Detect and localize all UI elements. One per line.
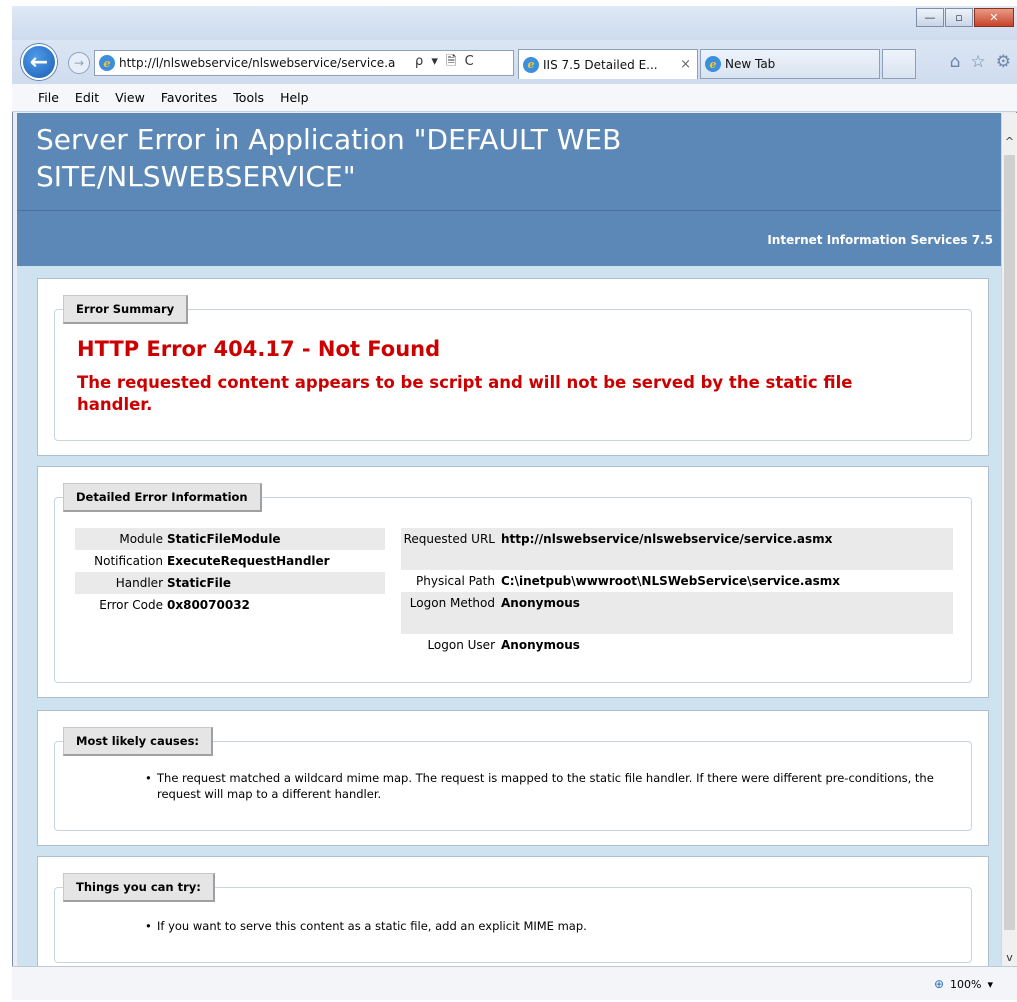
causes-fieldset: Most likely causes: The request matched … <box>54 727 972 831</box>
try-legend: Things you can try: <box>63 873 215 902</box>
detail-key: Handler <box>115 576 163 590</box>
tab-ie-icon: e <box>523 56 539 73</box>
title-bar: — ▫ ✕ <box>12 6 1017 40</box>
detail-row: Handler StaticFile <box>75 572 385 594</box>
tab-ie-icon: e <box>705 56 721 72</box>
menu-bar: File Edit View Favorites Tools Help <box>12 84 1017 112</box>
detail-row: Physical Path C:\inetpub\wwwroot\NLSWebS… <box>401 570 953 592</box>
gear-icon[interactable]: ⚙ <box>996 52 1011 72</box>
scroll-up-icon[interactable]: ^ <box>1002 133 1017 150</box>
zoom-icon: ⊕ <box>933 977 945 991</box>
tab-label: IIS 7.5 Detailed E... <box>543 57 658 72</box>
home-icon[interactable]: ⌂ <box>950 52 961 72</box>
detailed-error-panel: Detailed Error Information Module Static… <box>37 466 989 698</box>
detail-key: Module <box>119 532 163 546</box>
maximize-button[interactable]: ▫ <box>945 8 973 27</box>
try-fieldset: Things you can try: If you want to serve… <box>54 873 972 963</box>
forward-button[interactable]: → <box>68 52 90 74</box>
try-item: If you want to serve this content as a s… <box>145 918 941 934</box>
menu-tools[interactable]: Tools <box>233 90 264 105</box>
zoom-level: 100% <box>950 977 982 991</box>
cause-item: The request matched a wildcard mime map.… <box>145 770 941 802</box>
back-button[interactable]: ← <box>21 44 57 80</box>
server-name: Internet Information Services 7.5 <box>767 233 993 247</box>
detail-row: Requested URL http://nlswebservice/nlswe… <box>401 528 953 570</box>
scrollbar-thumb[interactable] <box>1004 155 1015 930</box>
minimize-button[interactable]: — <box>916 8 944 27</box>
detail-row: Notification ExecuteRequestHandler <box>75 550 385 572</box>
detail-value: Anonymous <box>501 596 580 610</box>
detail-row: Logon Method Anonymous <box>401 592 953 634</box>
header-divider <box>17 210 1001 211</box>
tab-close-icon[interactable]: × <box>680 57 691 72</box>
detail-value: Anonymous <box>501 638 580 652</box>
error-summary-fieldset: Error Summary HTTP Error 404.17 - Not Fo… <box>54 295 972 441</box>
favorites-icon[interactable]: ☆ <box>971 52 986 72</box>
detail-left-table: Module StaticFileModule Notification Exe… <box>75 528 385 616</box>
menu-favorites[interactable]: Favorites <box>161 90 217 105</box>
error-title: HTTP Error 404.17 - Not Found <box>77 337 441 361</box>
page-header: Server Error in Application "DEFAULT WEB… <box>17 113 1001 266</box>
detail-key: Logon User <box>427 638 495 652</box>
zoom-dropdown-icon[interactable]: ▾ <box>987 978 993 991</box>
vertical-scrollbar[interactable]: ^ v <box>1001 113 1017 966</box>
close-button[interactable]: ✕ <box>974 8 1014 27</box>
detail-row: Module StaticFileModule <box>75 528 385 550</box>
menu-edit[interactable]: Edit <box>75 90 99 105</box>
detail-right-table: Requested URL http://nlswebservice/nlswe… <box>401 528 953 656</box>
detail-key: Error Code <box>99 598 163 612</box>
detailed-error-fieldset: Detailed Error Information Module Static… <box>54 483 972 683</box>
zoom-control[interactable]: ⊕ 100% ▾ <box>934 977 993 991</box>
detail-value: StaticFileModule <box>167 532 281 546</box>
page-title: Server Error in Application "DEFAULT WEB… <box>36 123 622 193</box>
detail-value: ExecuteRequestHandler <box>167 554 330 568</box>
detail-key: Logon Method <box>409 596 495 610</box>
search-refresh-icons[interactable]: ρ ▾ 🗎 C <box>415 52 476 74</box>
tab-iis-error[interactable]: e IIS 7.5 Detailed E... × <box>518 49 698 79</box>
new-tab-area[interactable] <box>882 49 916 79</box>
detail-value: 0x80070032 <box>167 598 250 612</box>
causes-panel: Most likely causes: The request matched … <box>37 710 989 846</box>
menu-view[interactable]: View <box>115 90 145 105</box>
menu-help[interactable]: Help <box>280 90 309 105</box>
detail-row: Error Code 0x80070032 <box>75 594 385 616</box>
detailed-error-legend: Detailed Error Information <box>63 483 262 512</box>
detail-key: Notification <box>94 554 163 568</box>
detail-value: http://nlswebservice/nlswebservice/servi… <box>501 532 833 546</box>
detail-value: StaticFile <box>167 576 232 590</box>
toolbar-icons: ⌂ ☆ ⚙ <box>950 52 1011 72</box>
try-panel: Things you can try: If you want to serve… <box>37 856 989 966</box>
causes-legend: Most likely causes: <box>63 727 214 756</box>
window-controls: — ▫ ✕ <box>915 8 1014 27</box>
detail-value: C:\inetpub\wwwroot\NLSWebService\service… <box>501 574 840 588</box>
detail-key: Physical Path <box>416 574 495 588</box>
detail-key: Requested URL <box>403 532 495 546</box>
tab-label: New Tab <box>725 57 776 71</box>
page-content: Server Error in Application "DEFAULT WEB… <box>17 113 1001 966</box>
scroll-down-icon[interactable]: v <box>1002 949 1017 966</box>
forward-arrow-icon: → <box>73 56 85 70</box>
back-arrow-icon: ← <box>29 49 49 75</box>
error-summary-legend: Error Summary <box>63 295 189 324</box>
address-bar[interactable]: e http://l/nlswebservice/nlswebservice/s… <box>94 50 514 76</box>
status-bar: ⊕ 100% ▾ <box>12 966 1017 1000</box>
tab-new[interactable]: e New Tab <box>700 49 880 79</box>
address-url[interactable]: http://l/nlswebservice/nlswebservice/ser… <box>119 56 411 70</box>
error-description: The requested content appears to be scri… <box>77 373 853 414</box>
ie-logo-icon: e <box>99 55 115 71</box>
detail-row: Logon User Anonymous <box>401 634 953 656</box>
menu-file[interactable]: File <box>38 90 59 105</box>
error-summary-panel: Error Summary HTTP Error 404.17 - Not Fo… <box>37 278 989 456</box>
